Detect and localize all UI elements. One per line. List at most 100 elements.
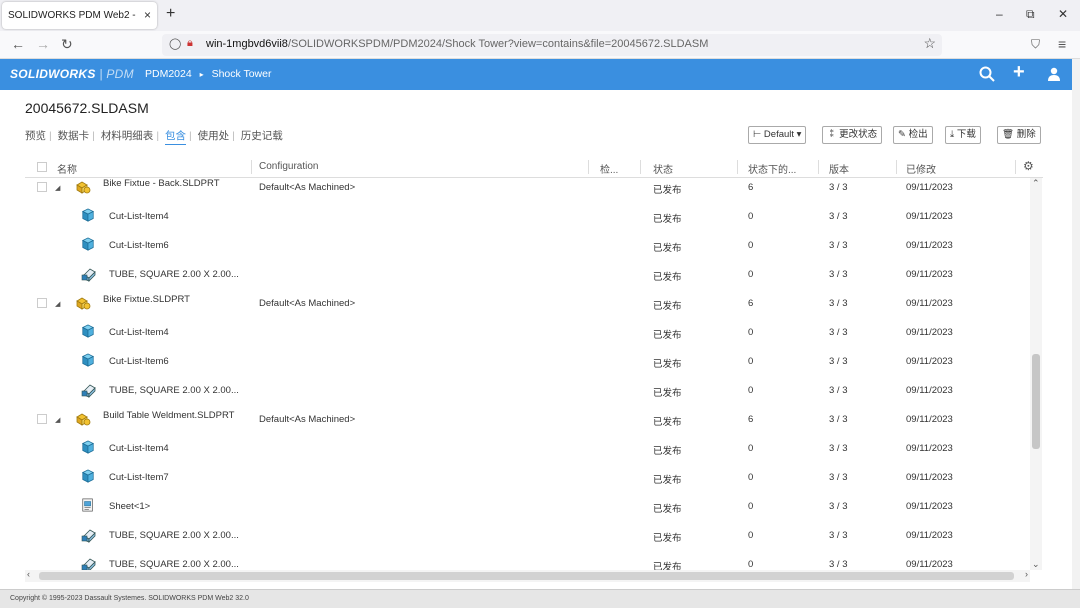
config-dropdown[interactable]: ⊢ Default ▾ xyxy=(748,126,807,144)
table-row[interactable]: ◢ Bike Fixtue.SLDPRT Default<As Machined> 已… xyxy=(25,290,1030,319)
insecure-lock-icon[interactable]: 🔒︎ xyxy=(187,37,193,50)
user-icon[interactable] xyxy=(1048,67,1060,81)
col-divider[interactable] xyxy=(251,160,252,174)
row-name[interactable]: Cut-List-Item6 xyxy=(109,240,169,251)
table-row[interactable]: TUBE, SQUARE 2.00 X 2.00... 已发布 0 3 / 3 09/1… xyxy=(25,377,1030,406)
forward-icon[interactable]: → xyxy=(36,36,50,52)
restore-icon[interactable]: ⧉ xyxy=(1026,7,1035,22)
col-name[interactable]: 名称 xyxy=(57,161,77,176)
col-state-under[interactable]: 状态下的... xyxy=(748,161,796,176)
col-divider[interactable] xyxy=(896,160,897,174)
row-name[interactable]: TUBE, SQUARE 2.00 X 2.00... xyxy=(109,559,239,570)
row-name[interactable]: Bike Fixtue - Back.SLDPRT xyxy=(103,178,220,189)
tab-bom[interactable]: 材料明细表 xyxy=(101,130,154,142)
row-checkbox[interactable] xyxy=(37,298,47,308)
table-row[interactable]: ◢ Bike Fixtue - Back.SLDPRT Default<As Mac… xyxy=(25,178,1030,203)
minimize-icon[interactable]: – xyxy=(996,7,1003,21)
tab-title: SOLIDWORKS PDM Web2 - PDM xyxy=(8,10,138,21)
tab-contains[interactable]: 包含 xyxy=(164,130,186,145)
browser-nav-bar: ← → ↻ ◯ 🔒︎ win-1mgbvd6vii8/SOLIDWORKSPDM… xyxy=(0,31,1080,59)
table-row[interactable]: Cut-List-Item4 已发布 0 3 / 3 09/11/2023 xyxy=(25,319,1030,348)
page-scrollbar[interactable] xyxy=(1072,59,1080,589)
col-divider[interactable] xyxy=(588,160,589,174)
col-checked[interactable]: 检... xyxy=(600,161,618,176)
row-name[interactable]: Sheet<1> xyxy=(109,501,150,512)
row-name[interactable]: Bike Fixtue.SLDPRT xyxy=(103,294,190,305)
collapse-triangle-icon[interactable]: ◢ xyxy=(55,184,60,192)
col-version[interactable]: 版本 xyxy=(829,161,849,176)
check-out-button[interactable]: ✎ 检出 xyxy=(893,126,933,144)
scroll-up-icon[interactable]: ⌃ xyxy=(1032,178,1040,189)
col-modified[interactable]: 已修改 xyxy=(906,161,936,176)
scroll-right-icon[interactable]: › xyxy=(1025,569,1028,579)
tab-where-used[interactable]: 使用处 xyxy=(198,130,230,142)
change-state-button[interactable]: ⁑ 更改状态 xyxy=(822,126,883,144)
row-name[interactable]: Cut-List-Item4 xyxy=(109,443,169,454)
cut-list-item-icon xyxy=(81,440,97,456)
url-bar[interactable]: ◯ 🔒︎ win-1mgbvd6vii8/SOLIDWORKSPDM/PDM20… xyxy=(162,34,942,56)
menu-icon[interactable]: ≡ xyxy=(1058,36,1066,52)
shield-icon[interactable]: ◯ xyxy=(169,37,181,50)
select-all-checkbox[interactable] xyxy=(37,162,47,172)
table-row[interactable]: Cut-List-Item6 已发布 0 3 / 3 09/11/2023 xyxy=(25,232,1030,261)
breadcrumb-folder[interactable]: Shock Tower xyxy=(212,68,272,80)
table-row[interactable]: Sheet<1> 已发布 0 3 / 3 09/11/2023 xyxy=(25,493,1030,522)
collapse-triangle-icon[interactable]: ◢ xyxy=(55,300,60,308)
col-divider[interactable] xyxy=(640,160,641,174)
grid-vertical-scrollbar[interactable]: ⌃ ⌄ xyxy=(1030,178,1042,570)
table-row[interactable]: TUBE, SQUARE 2.00 X 2.00... 已发布 0 3 / 3 09/1… xyxy=(25,551,1030,570)
col-divider[interactable] xyxy=(1015,160,1016,174)
tab-datacard[interactable]: 数据卡 xyxy=(58,130,90,142)
back-icon[interactable]: ← xyxy=(11,36,25,52)
row-name[interactable]: TUBE, SQUARE 2.00 X 2.00... xyxy=(109,530,239,541)
table-row[interactable]: Cut-List-Item6 已发布 0 3 / 3 09/11/2023 xyxy=(25,348,1030,377)
breadcrumb-arrow-icon: ▸ xyxy=(199,70,204,79)
reload-icon[interactable]: ↻ xyxy=(61,36,73,53)
row-version: 3 / 3 xyxy=(829,356,848,367)
row-name[interactable]: Cut-List-Item6 xyxy=(109,356,169,367)
grid-horizontal-scrollbar[interactable]: ‹ › xyxy=(25,569,1030,582)
table-row[interactable]: ◢ Build Table Weldment.SLDPRT Default<As M… xyxy=(25,406,1030,435)
column-settings-gear-icon[interactable]: ⚙ xyxy=(1023,159,1034,173)
tab-close-icon[interactable]: × xyxy=(144,2,151,29)
close-window-icon[interactable]: ✕ xyxy=(1058,7,1068,21)
bookmark-star-icon[interactable]: ☆ xyxy=(923,35,936,52)
row-name[interactable]: Cut-List-Item4 xyxy=(109,327,169,338)
col-divider[interactable] xyxy=(737,160,738,174)
scroll-thumb[interactable] xyxy=(1032,354,1040,449)
row-name[interactable]: Cut-List-Item4 xyxy=(109,211,169,222)
new-tab-icon[interactable]: + xyxy=(166,5,175,23)
download-button[interactable]: ⤓ 下载 xyxy=(945,126,981,144)
table-row[interactable]: TUBE, SQUARE 2.00 X 2.00... 已发布 0 3 / 3 09/1… xyxy=(25,522,1030,551)
table-row[interactable]: TUBE, SQUARE 2.00 X 2.00... 已发布 0 3 / 3 09/1… xyxy=(25,261,1030,290)
breadcrumb: PDM2024 ▸ Shock Tower xyxy=(145,68,271,80)
pocket-icon[interactable]: ⛉ xyxy=(1031,37,1040,52)
table-row[interactable]: Cut-List-Item7 已发布 0 3 / 3 09/11/2023 xyxy=(25,464,1030,493)
collapse-triangle-icon[interactable]: ◢ xyxy=(55,416,60,424)
delete-button[interactable]: 🗑︎ 删除 xyxy=(997,126,1041,144)
row-checkbox[interactable] xyxy=(37,414,47,424)
row-checkbox[interactable] xyxy=(37,182,47,192)
row-name[interactable]: Cut-List-Item7 xyxy=(109,472,169,483)
row-name[interactable]: TUBE, SQUARE 2.00 X 2.00... xyxy=(109,385,239,396)
tab-divider: | xyxy=(49,130,52,142)
row-modified: 09/11/2023 xyxy=(906,385,953,396)
download-label: 下载 xyxy=(956,129,976,140)
scroll-down-icon[interactable]: ⌄ xyxy=(1032,559,1040,570)
browser-tab[interactable]: SOLIDWORKS PDM Web2 - PDM × xyxy=(2,2,157,29)
tab-history[interactable]: 历史记载 xyxy=(241,130,283,142)
table-row[interactable]: Cut-List-Item4 已发布 0 3 / 3 09/11/2023 xyxy=(25,435,1030,464)
hscroll-thumb[interactable] xyxy=(39,572,1014,580)
col-configuration[interactable]: Configuration xyxy=(259,161,318,172)
col-divider[interactable] xyxy=(818,160,819,174)
table-row[interactable]: Cut-List-Item4 已发布 0 3 / 3 09/11/2023 xyxy=(25,203,1030,232)
row-name[interactable]: Build Table Weldment.SLDPRT xyxy=(103,410,234,421)
row-name[interactable]: TUBE, SQUARE 2.00 X 2.00... xyxy=(109,269,239,280)
tab-preview[interactable]: 预览 xyxy=(25,130,46,142)
scroll-left-icon[interactable]: ‹ xyxy=(27,569,30,579)
col-state[interactable]: 状态 xyxy=(653,161,673,176)
url-text[interactable]: win-1mgbvd6vii8/SOLIDWORKSPDM/PDM2024/Sh… xyxy=(206,38,708,50)
add-icon[interactable]: + xyxy=(1013,61,1025,84)
search-icon[interactable] xyxy=(979,66,995,82)
breadcrumb-vault[interactable]: PDM2024 xyxy=(145,68,192,80)
